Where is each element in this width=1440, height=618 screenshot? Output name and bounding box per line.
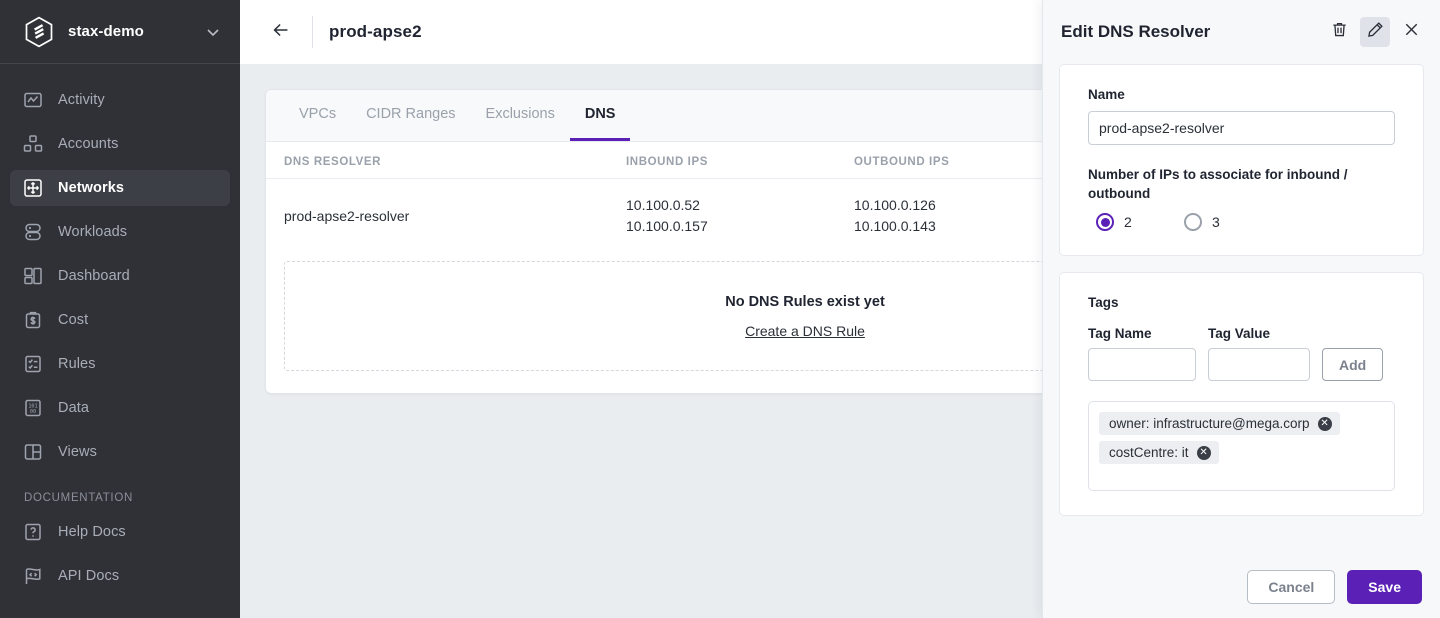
sidebar-item-data[interactable]: 101 00 Data — [10, 390, 230, 426]
sidebar-item-views[interactable]: Views — [10, 434, 230, 470]
tab-exclusions[interactable]: Exclusions — [471, 90, 570, 141]
panel-header: Edit DNS Resolver — [1043, 0, 1440, 64]
views-panel-icon — [22, 441, 44, 463]
ip-count-radio-group: 2 3 — [1088, 213, 1395, 231]
sidebar-nav: Activity Accounts Networks Workloads Das… — [0, 64, 240, 602]
tab-dns[interactable]: DNS — [569, 90, 631, 141]
sidebar-item-label: Cost — [58, 312, 89, 328]
sidebar-item-label: Help Docs — [58, 524, 126, 540]
networks-move-icon — [22, 177, 44, 199]
sidebar-item-label: Activity — [58, 92, 105, 108]
edit-dns-resolver-panel: Edit DNS Resolver Name prod-apse2-resolv… — [1042, 0, 1440, 618]
cell-resolver-name: prod-apse2-resolver — [284, 208, 410, 224]
create-dns-rule-link[interactable]: Create a DNS Rule — [745, 323, 865, 339]
inbound-ip: 10.100.0.52 — [626, 197, 700, 213]
panel-body: Name Number of IPs to associate for inbo… — [1043, 64, 1440, 556]
tag-name-input[interactable] — [1088, 348, 1196, 381]
tags-section-label: Tags — [1088, 295, 1119, 310]
chip-remove-icon[interactable]: ✕ — [1196, 445, 1211, 460]
ip-count-label: Number of IPs to associate for inbound /… — [1088, 167, 1348, 201]
cost-dollar-icon — [22, 309, 44, 331]
sidebar-item-label: API Docs — [58, 568, 120, 584]
sidebar-item-label: Dashboard — [58, 268, 130, 284]
data-binary-icon: 101 00 — [22, 397, 44, 419]
inbound-ip: 10.100.0.157 — [626, 218, 708, 234]
close-panel-button[interactable] — [1396, 17, 1426, 47]
column-header-inbound-ips: INBOUND IPS — [626, 142, 854, 179]
tag-name-label: Tag Name — [1088, 326, 1152, 341]
org-name: stax-demo — [68, 23, 144, 40]
add-tag-button[interactable]: Add — [1322, 348, 1384, 381]
edit-resolver-button[interactable] — [1360, 17, 1390, 47]
rules-checklist-icon — [22, 353, 44, 375]
pencil-icon — [1366, 20, 1385, 44]
radio-dot-icon — [1096, 213, 1114, 231]
radio-ip-count-3[interactable]: 3 — [1184, 213, 1272, 231]
sidebar-item-label: Workloads — [58, 224, 128, 240]
name-label: Name — [1088, 87, 1125, 102]
help-question-icon — [22, 521, 44, 543]
sidebar-section-documentation: DOCUMENTATION — [24, 492, 133, 504]
sidebar-item-activity[interactable]: Activity — [10, 82, 230, 118]
tag-chip-list: owner: infrastructure@mega.corp ✕ costCe… — [1088, 401, 1395, 491]
tag-chip-label: owner: infrastructure@mega.corp — [1109, 416, 1310, 431]
cell-inbound-ips: 10.100.0.52 10.100.0.157 — [626, 179, 854, 256]
sidebar-item-networks[interactable]: Networks — [10, 170, 230, 206]
close-icon — [1402, 20, 1421, 44]
stax-hex-logo-icon — [24, 16, 54, 48]
sidebar-item-rules[interactable]: Rules — [10, 346, 230, 382]
resolver-name-input[interactable] — [1088, 111, 1395, 145]
sidebar-item-help-docs[interactable]: Help Docs — [10, 514, 230, 550]
radio-label: 3 — [1212, 214, 1220, 230]
top-bar-divider — [312, 16, 313, 48]
sidebar-item-label: Rules — [58, 356, 96, 372]
dashboard-grid-icon — [22, 265, 44, 287]
radio-dot-icon — [1184, 213, 1202, 231]
tag-value-input[interactable] — [1208, 348, 1310, 381]
tag-value-label: Tag Value — [1208, 326, 1271, 341]
tag-chip-label: costCentre: it — [1109, 445, 1189, 460]
sidebar: stax-demo Activity Accounts Networks Wor… — [0, 0, 240, 618]
trash-icon — [1330, 20, 1349, 44]
arrow-left-icon — [270, 19, 292, 46]
chevron-down-icon[interactable] — [204, 23, 222, 41]
sidebar-item-label: Networks — [58, 180, 125, 196]
panel-title: Edit DNS Resolver — [1061, 22, 1211, 41]
tag-chip: owner: infrastructure@mega.corp ✕ — [1099, 412, 1340, 435]
empty-state-title: No DNS Rules exist yet — [725, 293, 885, 310]
org-switcher[interactable]: stax-demo — [0, 0, 240, 64]
workloads-server-icon — [22, 221, 44, 243]
svg-text:00: 00 — [30, 409, 36, 415]
resolver-details-card: Name Number of IPs to associate for inbo… — [1059, 64, 1424, 256]
accounts-blocks-icon — [22, 133, 44, 155]
column-header-dns-resolver: DNS RESOLVER — [266, 142, 626, 179]
chip-remove-icon[interactable]: ✕ — [1317, 416, 1332, 431]
activity-chart-icon — [22, 89, 44, 111]
tag-chip: costCentre: it ✕ — [1099, 441, 1219, 464]
sidebar-item-workloads[interactable]: Workloads — [10, 214, 230, 250]
sidebar-item-label: Accounts — [58, 136, 119, 152]
tab-cidr-ranges[interactable]: CIDR Ranges — [351, 90, 470, 141]
cancel-button[interactable]: Cancel — [1247, 570, 1336, 604]
sidebar-item-api-docs[interactable]: API Docs — [10, 558, 230, 594]
tag-name-field-group: Tag Name — [1088, 326, 1196, 381]
app-root: stax-demo Activity Accounts Networks Wor… — [0, 0, 1440, 618]
sidebar-item-label: Data — [58, 400, 90, 416]
sidebar-item-cost[interactable]: Cost — [10, 302, 230, 338]
radio-ip-count-2[interactable]: 2 — [1096, 213, 1184, 231]
tag-value-field-group: Tag Value — [1208, 326, 1310, 381]
tab-vpcs[interactable]: VPCs — [284, 90, 351, 141]
panel-footer: Cancel Save — [1043, 556, 1440, 618]
tag-entry-row: Tag Name Tag Value Add — [1088, 326, 1395, 381]
sidebar-item-dashboard[interactable]: Dashboard — [10, 258, 230, 294]
api-code-flag-icon — [22, 565, 44, 587]
save-button[interactable]: Save — [1347, 570, 1422, 604]
delete-resolver-button[interactable] — [1324, 17, 1354, 47]
radio-label: 2 — [1124, 214, 1132, 230]
page-title: prod-apse2 — [329, 22, 422, 41]
sidebar-item-label: Views — [58, 444, 97, 460]
back-button[interactable] — [264, 15, 298, 49]
tags-card: Tags Tag Name Tag Value Add owner: infra… — [1059, 272, 1424, 516]
sidebar-item-accounts[interactable]: Accounts — [10, 126, 230, 162]
